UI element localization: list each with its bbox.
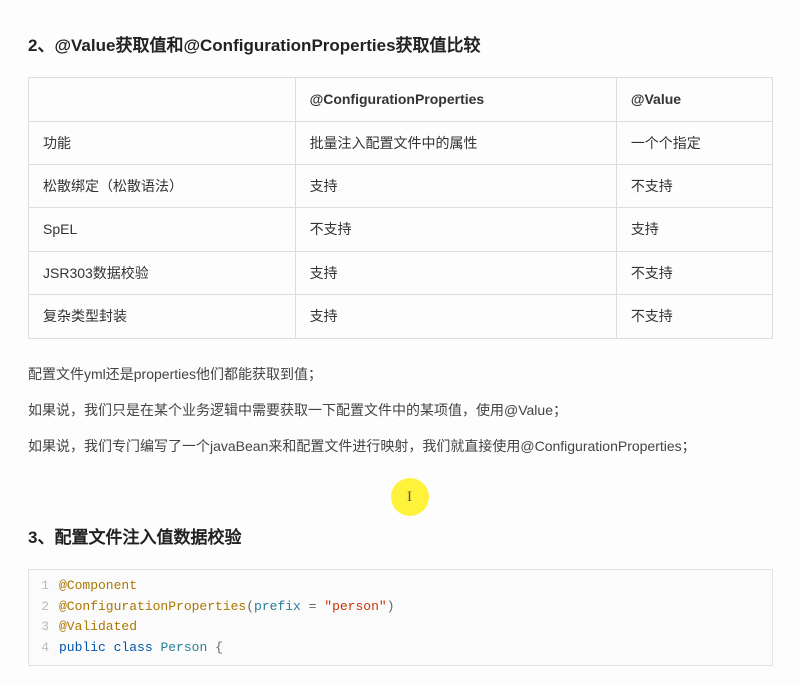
- table-row: 功能批量注入配置文件中的属性一个个指定: [29, 121, 773, 164]
- table-row: 复杂类型封装支持不支持: [29, 295, 773, 338]
- line-number: 2: [29, 597, 59, 618]
- code-content: @Component: [59, 576, 137, 597]
- table-cell: 一个个指定: [616, 121, 772, 164]
- col-configprops: @ConfigurationProperties: [295, 78, 616, 121]
- paragraph: 如果说，我们只是在某个业务逻辑中需要获取一下配置文件中的某项值，使用@Value…: [28, 399, 773, 421]
- table-cell: 不支持: [295, 208, 616, 251]
- paragraph: 如果说，我们专门编写了一个javaBean来和配置文件进行映射，我们就直接使用@…: [28, 435, 773, 457]
- col-feature: [29, 78, 296, 121]
- code-line: 3@Validated: [29, 617, 772, 638]
- table-row: 松散绑定（松散语法）支持不支持: [29, 164, 773, 207]
- section3-heading: 3、配置文件注入值数据校验: [28, 524, 773, 551]
- code-line: 2@ConfigurationProperties(prefix = "pers…: [29, 597, 772, 618]
- line-number: 1: [29, 576, 59, 597]
- table-cell: 支持: [295, 164, 616, 207]
- table-cell: 不支持: [616, 164, 772, 207]
- table-row: JSR303数据校验支持不支持: [29, 251, 773, 294]
- table-cell: SpEL: [29, 208, 296, 251]
- table-cell: 功能: [29, 121, 296, 164]
- table-cell: 松散绑定（松散语法）: [29, 164, 296, 207]
- line-number: 3: [29, 617, 59, 638]
- code-content: @Validated: [59, 617, 137, 638]
- table-cell: JSR303数据校验: [29, 251, 296, 294]
- table-cell: 支持: [295, 251, 616, 294]
- table-row: SpEL不支持支持: [29, 208, 773, 251]
- comparison-table: @ConfigurationProperties @Value 功能批量注入配置…: [28, 77, 773, 338]
- cursor-highlight-icon: [391, 478, 429, 516]
- table-header-row: @ConfigurationProperties @Value: [29, 78, 773, 121]
- table-cell: 支持: [616, 208, 772, 251]
- section2-heading: 2、@Value获取值和@ConfigurationProperties获取值比…: [28, 32, 773, 59]
- table-cell: 不支持: [616, 295, 772, 338]
- col-value: @Value: [616, 78, 772, 121]
- paragraph: 配置文件yml还是properties他们都能获取到值；: [28, 363, 773, 385]
- table-cell: 批量注入配置文件中的属性: [295, 121, 616, 164]
- table-cell: 不支持: [616, 251, 772, 294]
- table-cell: 复杂类型封装: [29, 295, 296, 338]
- code-line: 1@Component: [29, 576, 772, 597]
- text-cursor-highlight: [28, 472, 773, 512]
- code-content: @ConfigurationProperties(prefix = "perso…: [59, 597, 395, 618]
- table-cell: 支持: [295, 295, 616, 338]
- code-block: 1@Component2@ConfigurationProperties(pre…: [28, 569, 773, 666]
